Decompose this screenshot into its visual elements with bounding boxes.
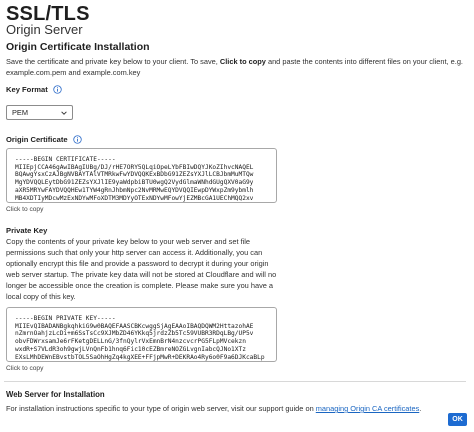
- key-format-label: Key Format: [6, 85, 62, 94]
- private-key-textarea[interactable]: -----BEGIN PRIVATE KEY----- MIIEvQIBADANB…: [6, 307, 277, 362]
- chevron-down-icon: [61, 111, 67, 115]
- code-line: MgYDVQQLEytDbG91ZEZsYXJlIE9yaWdpbiBTU0wg…: [15, 179, 254, 187]
- web-server-title-text: Web Server for Installation: [6, 390, 105, 399]
- code-line: nZmrnOahjzLcDi+m6SsTsCc9XJMbZD46YKkq5jrd…: [15, 330, 254, 338]
- web-server-desc-after: .: [419, 404, 422, 413]
- code-line: obvFDWrxsamJe6rFKetgDELLnG/3fnQylrVxEmnB…: [15, 338, 246, 346]
- private-key-content: -----BEGIN PRIVATE KEY----- MIIEvQIBADANB…: [15, 315, 272, 361]
- ok-button[interactable]: OK: [448, 413, 467, 426]
- web-server-description: For installation instructions specific t…: [6, 403, 446, 414]
- install-section-title: Origin Certificate Installation: [6, 41, 150, 53]
- private-key-copy-button[interactable]: Click to copy: [6, 365, 43, 372]
- origin-certificate-label-text: Origin Certificate: [6, 135, 68, 144]
- private-key-label-text: Private Key: [6, 226, 48, 235]
- private-key-label: Private Key: [6, 226, 47, 235]
- key-format-label-text: Key Format: [6, 85, 48, 94]
- install-description: Save the certificate and private key bel…: [6, 56, 468, 78]
- key-format-select[interactable]: PEM: [6, 105, 73, 120]
- code-line: MIIEvQIBADANBgkqhkiG9w0BAQEFAASCBKcwggSj…: [15, 322, 254, 330]
- code-line: wxdR+S7VLdR3oh9gwjLVnQnFb1hnq6Fic10cEZBm…: [15, 345, 246, 353]
- origin-certificate-label: Origin Certificate: [6, 135, 82, 144]
- section-divider: [4, 381, 466, 382]
- info-icon[interactable]: [53, 85, 62, 94]
- code-line: MIIEpjCCA46gAwIBAgIUBg/DJ/rHE7ORY5QLqiOp…: [15, 163, 254, 171]
- private-key-description: Copy the contents of your private key be…: [6, 237, 277, 301]
- install-desc-before: Save the certificate and private key bel…: [6, 57, 220, 66]
- page-subtitle: Origin Server: [6, 22, 83, 37]
- web-server-desc-before: For installation instructions specific t…: [6, 404, 316, 413]
- code-line: aXR5MRYwFAYDVQQHEw1TYW4gRnJhbmNpc2NvMRMw…: [15, 186, 254, 194]
- install-desc-bold: Click to copy: [219, 57, 266, 66]
- code-line: -----BEGIN CERTIFICATE-----: [15, 156, 116, 163]
- code-line: MB4XDTIyMDcwMzExNDYwMFoXDTM3MDYyOTExNDYw…: [15, 194, 254, 202]
- managing-origin-ca-link[interactable]: managing Origin CA certificates: [316, 404, 420, 413]
- info-icon[interactable]: [72, 135, 82, 144]
- key-format-selected: PEM: [12, 108, 29, 117]
- web-server-section-title: Web Server for Installation: [6, 390, 105, 399]
- origin-certificate-content: -----BEGIN CERTIFICATE----- MIIEpjCCA46gA…: [15, 156, 272, 202]
- code-line: EXsLMhDEWnEBvstbTOL5SaOhHgZq4kgXEE+FFjpM…: [15, 353, 265, 361]
- code-line: -----BEGIN PRIVATE KEY-----: [15, 315, 116, 322]
- certificate-copy-button[interactable]: Click to copy: [6, 206, 43, 213]
- origin-certificate-textarea[interactable]: -----BEGIN CERTIFICATE----- MIIEpjCCA46gA…: [6, 148, 277, 203]
- code-line: BQAwgYsxCzAJBgNVBAYTAlVTMRkwFwYDVQQKExBD…: [15, 171, 254, 179]
